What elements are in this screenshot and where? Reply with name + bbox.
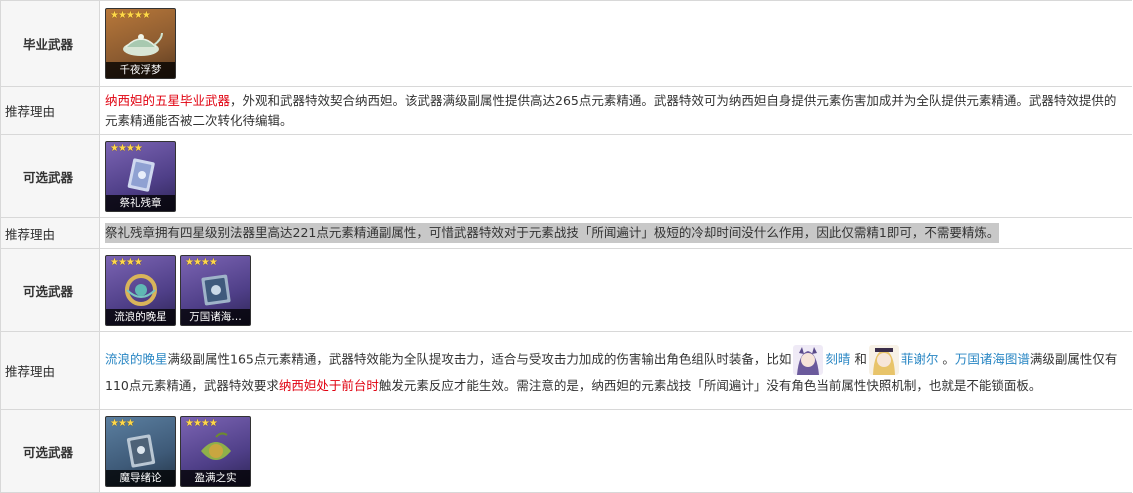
book-catalyst-icon	[126, 433, 156, 468]
weapon-card-wandering-evenstar[interactable]: ★★★★ 流浪的晚星	[105, 254, 176, 326]
reason-cell: 流浪的晚星满级副属性165点元素精通，武器特效能为全队提攻击力，适合与受攻击力加…	[100, 332, 1132, 409]
weapon-card-mappa-mare[interactable]: ★★★★ 万国诸海…	[180, 254, 251, 326]
book-catalyst-icon	[127, 157, 155, 192]
reason-cell: 纳西妲的五星毕业武器，外观和武器特效契合纳西妲。该武器满级副属性提供高达265点…	[100, 87, 1132, 134]
weapon-card-thousand-floating-dreams[interactable]: ★★★★★ 千夜浮梦	[105, 8, 176, 79]
weapon-name: 流浪的晚星	[106, 308, 175, 325]
star-rating: ★★★★	[110, 142, 143, 154]
weapon-card-thrilling-tales[interactable]: ★★★ 魔导绪论	[105, 415, 176, 487]
weapon-list: ★★★ 魔导绪论 ★★★★ 盈满之实	[100, 410, 1132, 492]
table-row: 推荐理由 流浪的晚星满级副属性165点元素精通，武器特效能为全队提攻击力，适合与…	[1, 332, 1132, 410]
weapon-name: 祭礼残章	[106, 194, 175, 211]
reason-text: 纳西妲的五星毕业武器，外观和武器特效契合纳西妲。该武器满级副属性提供高达265点…	[105, 91, 1127, 131]
weapon-list: ★★★★ 祭礼残章	[100, 135, 1132, 217]
catalyst-lamp-icon	[123, 32, 163, 56]
row-label: 可选武器	[1, 410, 100, 492]
weapon-name: 万国诸海…	[181, 308, 250, 325]
weapon-name: 盈满之实	[181, 469, 250, 486]
highlight-text: 纳西妲的五星毕业武器	[105, 92, 231, 108]
row-label: 推荐理由	[1, 87, 100, 134]
reason-text-body: 满级副属性165点元素精通，武器特效能为全队提攻击力，适合与受攻击力加成的伤害输…	[167, 351, 792, 367]
weapon-link[interactable]: 流浪的晚星	[105, 352, 168, 367]
reason-text-body: ，外观和武器特效契合纳西妲。该武器满级副属性提供高达265点元素精通。武器特效可…	[105, 92, 1117, 128]
reason-cell: 祭礼残章拥有四星级别法器里高达221点元素精通副属性，可惜武器特效对于元素战技「…	[100, 218, 1132, 248]
table-row: 推荐理由 祭礼残章拥有四星级别法器里高达221点元素精通副属性，可惜武器特效对于…	[1, 218, 1132, 249]
weapon-name: 魔导绪论	[106, 469, 175, 486]
star-rating: ★★★	[110, 417, 135, 429]
table-row: 毕业武器 ★★★★★ 千夜浮梦	[1, 1, 1132, 87]
weapon-table: 毕业武器 ★★★★★ 千夜浮梦 推荐理由 纳西妲的五星毕业武器，外观和武器特效契…	[0, 0, 1132, 493]
row-label: 可选武器	[1, 249, 100, 331]
star-rating: ★★★★★	[110, 10, 151, 21]
row-label: 毕业武器	[1, 1, 100, 86]
character-link-fischl[interactable]: 菲谢尔	[901, 352, 939, 367]
star-rating: ★★★★	[110, 256, 143, 268]
weapon-name: 千夜浮梦	[106, 62, 175, 78]
reason-text-body: 触发元素反应才能生效。需注意的是，纳西妲的元素战技「所闻遍计」没有角色当前属性快…	[378, 378, 1042, 393]
highlight-text: 纳西妲处于前台时	[278, 378, 379, 393]
fischl-avatar-icon[interactable]	[868, 345, 899, 375]
reason-text: 祭礼残章拥有四星级别法器里高达221点元素精通副属性，可惜武器特效对于元素战技「…	[105, 223, 1000, 243]
row-label: 推荐理由	[1, 218, 100, 248]
table-row: 可选武器 ★★★★ 祭礼残章	[1, 135, 1132, 218]
table-row: 可选武器 ★★★★ 流浪的晚星 ★★★★ 万国诸海…	[1, 249, 1132, 332]
weapon-card-fruit-of-fulfillment[interactable]: ★★★★ 盈满之实	[180, 415, 251, 487]
weapon-list: ★★★★★ 千夜浮梦	[100, 1, 1132, 86]
reason-text-body: 和	[850, 351, 867, 367]
reason-text: 流浪的晚星满级副属性165点元素精通，武器特效能为全队提攻击力，适合与受攻击力加…	[105, 345, 1127, 396]
row-label: 推荐理由	[1, 332, 100, 409]
table-row: 可选武器 ★★★ 魔导绪论 ★★★★ 盈满之实	[1, 410, 1132, 493]
fruit-catalyst-icon	[201, 431, 231, 460]
book-catalyst-icon	[201, 274, 231, 305]
character-link-keqing[interactable]: 刻晴	[825, 352, 850, 367]
reason-text-body: 。	[938, 351, 955, 367]
weapon-link[interactable]: 万国诸海图谱	[955, 352, 1030, 367]
keqing-avatar-icon[interactable]	[793, 345, 824, 375]
ring-catalyst-icon	[125, 273, 157, 306]
star-rating: ★★★★	[185, 417, 218, 429]
weapon-card-sacrificial-fragments[interactable]: ★★★★ 祭礼残章	[105, 140, 176, 212]
weapon-list: ★★★★ 流浪的晚星 ★★★★ 万国诸海…	[100, 249, 1132, 331]
star-rating: ★★★★	[185, 256, 218, 268]
table-row: 推荐理由 纳西妲的五星毕业武器，外观和武器特效契合纳西妲。该武器满级副属性提供高…	[1, 87, 1132, 135]
row-label: 可选武器	[1, 135, 100, 217]
